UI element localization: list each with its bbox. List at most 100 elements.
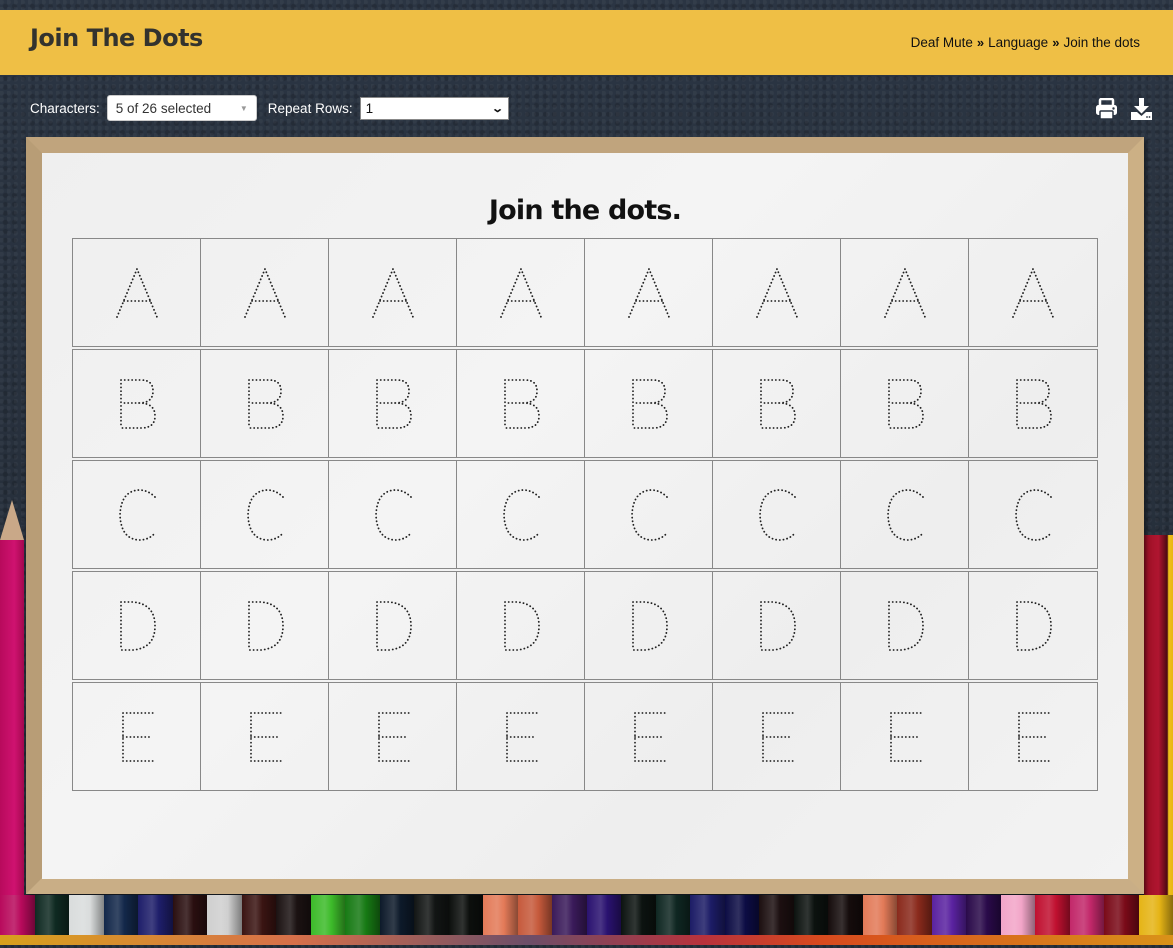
letter-row (72, 682, 1098, 791)
pencil-stripe (1069, 895, 1104, 935)
letter-cell (841, 461, 969, 568)
dotted-letter-e (1018, 711, 1050, 762)
dotted-letter-e (633, 711, 666, 762)
worksheet-title: Join the dots. (488, 195, 682, 226)
pencil-stripe (552, 895, 587, 935)
pencil-stripe (1035, 895, 1070, 935)
dotted-letter-b (631, 378, 668, 429)
dotted-letter-a (115, 266, 158, 318)
letter-row (72, 571, 1098, 680)
dotted-letter-e (377, 711, 410, 762)
letter-cell (329, 461, 457, 568)
repeat-rows-value: 1 (365, 100, 374, 116)
breadcrumb-deaf-mute[interactable]: Deaf Mute (911, 35, 973, 50)
letter-cell (969, 350, 1097, 457)
dotted-letter-b (1016, 378, 1052, 429)
letter-cell (841, 350, 969, 457)
dotted-letter-d (247, 600, 284, 651)
dotted-letter-c (374, 488, 412, 541)
characters-label: Characters: (30, 100, 100, 116)
dotted-letter-d (503, 600, 540, 651)
letter-cell (73, 239, 201, 346)
repeat-rows-select[interactable]: 1 ⌄ (359, 96, 509, 120)
pencil-stripe (276, 895, 311, 935)
letter-cell (329, 683, 457, 790)
letter-cell (713, 350, 841, 457)
page-header: Join The Dots Deaf Mute » Language » Joi… (0, 10, 1173, 75)
print-button[interactable] (1095, 98, 1118, 120)
breadcrumb-language[interactable]: Language (988, 35, 1048, 50)
letter-cell (841, 683, 969, 790)
controls-bar: Characters: 5 of 26 selected ▼ Repeat Ro… (30, 95, 509, 121)
dotted-letter-b (375, 378, 412, 429)
repeat-rows-label: Repeat Rows: (267, 100, 353, 116)
page-title: Join The Dots (30, 24, 203, 52)
characters-select[interactable]: 5 of 26 selected ▼ (106, 95, 257, 121)
letter-cell (713, 461, 841, 568)
pencil-stripe (172, 895, 207, 935)
dotted-letter-a (243, 266, 286, 318)
pencil-stripe (1000, 895, 1035, 935)
pencil-stripe (862, 895, 897, 935)
pencil-strip-decoration (0, 895, 1173, 935)
dotted-letter-c (886, 488, 924, 541)
caret-down-icon: ▼ (239, 103, 248, 113)
letter-cell (969, 572, 1097, 679)
pencil-stripe (655, 895, 690, 935)
pencil-stripe (897, 895, 932, 935)
letter-cell (969, 239, 1097, 346)
letter-cell (329, 572, 457, 679)
letter-cell (201, 572, 329, 679)
dotted-letter-c (758, 488, 796, 541)
pencil-stripe (310, 895, 345, 935)
footer-gradient-bar (0, 935, 1173, 945)
letter-row (72, 460, 1098, 569)
dotted-letter-a (883, 266, 926, 318)
dotted-letter-e (249, 711, 282, 762)
worksheet-paper: Join the dots. (42, 153, 1128, 879)
letter-cell (585, 461, 713, 568)
pencil-decoration-right (1144, 535, 1173, 895)
dotted-letter-d (375, 600, 412, 651)
dotted-letter-e (505, 711, 538, 762)
letter-cell (201, 239, 329, 346)
pencil-stripe (379, 895, 414, 935)
dotted-letter-b (887, 378, 924, 429)
pencil-stripe (207, 895, 242, 935)
chevron-double-right-icon: » (976, 35, 985, 50)
pencil-stripe (966, 895, 1001, 935)
pencil-stripe (483, 895, 518, 935)
letter-cell (585, 350, 713, 457)
dotted-letter-e (889, 711, 922, 762)
pencil-stripe (690, 895, 725, 935)
letter-cell (713, 572, 841, 679)
letter-cell (585, 572, 713, 679)
dotted-letter-b (503, 378, 540, 429)
letter-cell (969, 683, 1097, 790)
print-icon (1096, 98, 1117, 120)
dotted-letter-a (1012, 266, 1054, 318)
letter-grid (72, 238, 1098, 793)
breadcrumb-current: Join the dots (1063, 35, 1140, 50)
characters-select-value: 5 of 26 selected (115, 100, 212, 116)
download-button[interactable] (1130, 98, 1153, 120)
letter-cell (585, 239, 713, 346)
pencil-stripe (448, 895, 483, 935)
pencil-stripe (69, 895, 104, 935)
chevron-double-right-icon: » (1052, 35, 1060, 50)
letter-cell (73, 350, 201, 457)
dotted-letter-d (119, 600, 156, 651)
letter-cell (713, 239, 841, 346)
pencil-stripe (621, 895, 656, 935)
pencil-stripe (793, 895, 828, 935)
pencil-stripe (828, 895, 863, 935)
dotted-letter-e (761, 711, 794, 762)
pencil-decoration-left (0, 500, 24, 895)
letter-row (72, 238, 1098, 347)
dotted-letter-d (631, 600, 668, 651)
pencil-stripe (1104, 895, 1139, 935)
pencil-stripe (414, 895, 449, 935)
pencil-stripe (0, 895, 35, 935)
pencil-stripe (586, 895, 621, 935)
download-icon (1131, 98, 1152, 120)
